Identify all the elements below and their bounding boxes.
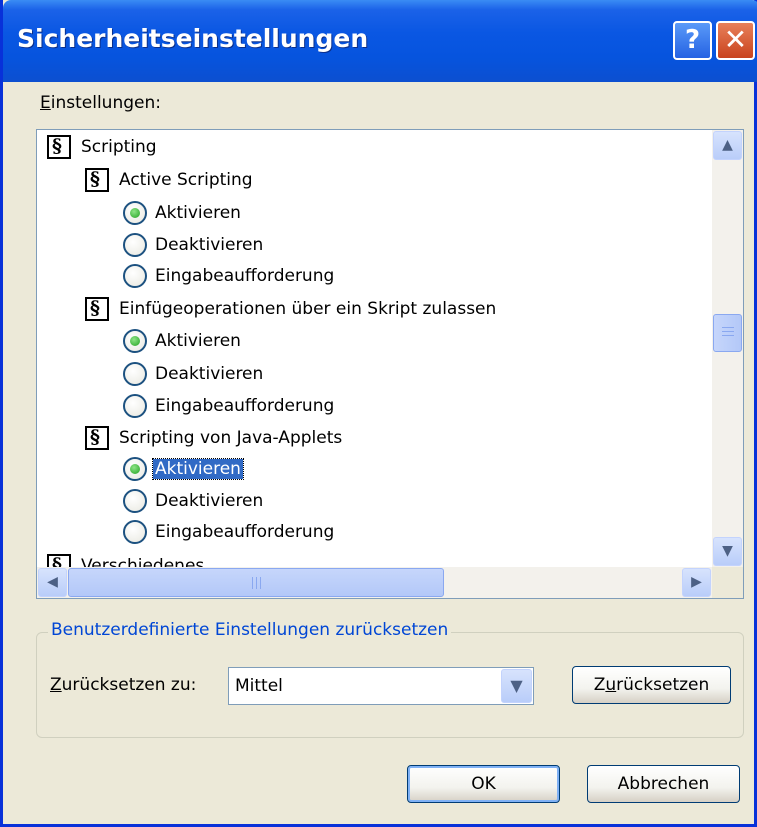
cancel-button[interactable]: Abbrechen bbox=[587, 765, 740, 803]
reset-button-pre: Z bbox=[593, 675, 606, 695]
settings-tree-viewport: Scripting Active Scripting Aktivieren De… bbox=[37, 130, 713, 567]
scroll-down-button[interactable]: ▼ bbox=[713, 537, 742, 566]
script-settings-icon bbox=[47, 135, 71, 159]
option-active-scripting-aktivieren[interactable]: Aktivieren bbox=[123, 198, 243, 228]
reset-to-label-rest: urücksetzen zu: bbox=[61, 675, 197, 695]
option-paste-via-script-deaktivieren[interactable]: Deaktivieren bbox=[123, 359, 265, 389]
reset-level-select[interactable]: Mittel ▼ bbox=[228, 667, 534, 705]
option-label: Eingabeaufforderung bbox=[155, 396, 335, 416]
grip-icon bbox=[252, 577, 253, 589]
settings-label-accel: E bbox=[40, 93, 51, 113]
option-label: Aktivieren bbox=[155, 331, 241, 351]
option-java-applets-aktivieren[interactable]: Aktivieren bbox=[123, 454, 244, 484]
reset-to-label-accel: Z bbox=[50, 675, 62, 695]
tree-setting-paste-via-script[interactable]: Einfügeoperationen über ein Skript zulas… bbox=[85, 294, 498, 324]
option-label: Eingabeaufforderung bbox=[155, 266, 335, 286]
window-title: Sicherheitseinstellungen bbox=[17, 24, 369, 53]
option-label: Eingabeaufforderung bbox=[155, 522, 335, 542]
radio-icon[interactable] bbox=[123, 394, 147, 418]
radio-icon[interactable] bbox=[123, 362, 147, 386]
tree-setting-label: Scripting von Java-Applets bbox=[119, 428, 343, 448]
tree-category-label: Scripting bbox=[81, 137, 157, 157]
vertical-scrollbar[interactable]: ▲ ▼ bbox=[712, 130, 743, 567]
vertical-scroll-thumb[interactable] bbox=[713, 314, 742, 352]
settings-label: Einstellungen: bbox=[40, 93, 161, 113]
radio-icon[interactable] bbox=[123, 489, 147, 513]
ok-button[interactable]: OK bbox=[407, 765, 560, 803]
scroll-up-button[interactable]: ▲ bbox=[713, 131, 742, 160]
radio-icon[interactable] bbox=[123, 233, 147, 257]
reset-button-accel: u bbox=[605, 675, 617, 695]
option-active-scripting-deaktivieren[interactable]: Deaktivieren bbox=[123, 230, 265, 260]
tree-setting-java-applets[interactable]: Scripting von Java-Applets bbox=[85, 423, 344, 453]
option-paste-via-script-aktivieren[interactable]: Aktivieren bbox=[123, 326, 243, 356]
tree-category-scripting[interactable]: Scripting bbox=[47, 132, 159, 162]
scroll-left-button[interactable]: ◀ bbox=[38, 568, 67, 597]
settings-label-rest: instellungen: bbox=[50, 93, 161, 113]
option-paste-via-script-eingabeaufforderung[interactable]: Eingabeaufforderung bbox=[123, 391, 336, 421]
tree-setting-label: Active Scripting bbox=[119, 170, 253, 190]
tree-setting-label: Einfügeoperationen über ein Skript zulas… bbox=[119, 299, 497, 319]
option-label: Deaktivieren bbox=[155, 364, 264, 384]
scrollbar-corner bbox=[712, 567, 743, 598]
reset-level-value: Mittel bbox=[235, 676, 283, 696]
tree-category-label: Verschiedenes bbox=[81, 556, 205, 567]
grip-icon bbox=[722, 327, 734, 328]
reset-button-rest: rücksetzen bbox=[616, 675, 710, 695]
dialog-window: Sicherheitseinstellungen ? ✕ Einstellung… bbox=[0, 0, 757, 827]
option-label: Aktivieren bbox=[155, 203, 241, 223]
script-settings-icon bbox=[47, 554, 71, 567]
option-label: Aktivieren bbox=[152, 458, 244, 480]
radio-selected-icon[interactable] bbox=[123, 457, 147, 481]
title-bar[interactable]: Sicherheitseinstellungen ? ✕ bbox=[3, 0, 757, 82]
scroll-right-button[interactable]: ▶ bbox=[682, 568, 711, 597]
script-settings-icon bbox=[85, 168, 109, 192]
settings-tree[interactable]: Scripting Active Scripting Aktivieren De… bbox=[36, 129, 744, 599]
option-active-scripting-eingabeaufforderung[interactable]: Eingabeaufforderung bbox=[123, 261, 336, 291]
radio-selected-icon[interactable] bbox=[123, 329, 147, 353]
option-label: Deaktivieren bbox=[155, 235, 264, 255]
reset-group-title: Benutzerdefinierte Einstellungen zurücks… bbox=[48, 620, 452, 640]
option-java-applets-deaktivieren[interactable]: Deaktivieren bbox=[123, 486, 265, 516]
horizontal-scrollbar[interactable]: ◀ ▶ bbox=[37, 567, 713, 598]
reset-button[interactable]: Zurücksetzen bbox=[572, 666, 731, 704]
radio-selected-icon[interactable] bbox=[123, 201, 147, 225]
option-label: Deaktivieren bbox=[155, 491, 264, 511]
radio-icon[interactable] bbox=[123, 520, 147, 544]
reset-to-label: Zurücksetzen zu: bbox=[50, 675, 196, 695]
tree-category-verschiedenes[interactable]: Verschiedenes bbox=[47, 551, 206, 567]
close-button[interactable]: ✕ bbox=[716, 21, 755, 60]
script-settings-icon bbox=[85, 426, 109, 450]
chevron-down-icon[interactable]: ▼ bbox=[501, 669, 532, 703]
help-button[interactable]: ? bbox=[673, 21, 712, 60]
radio-icon[interactable] bbox=[123, 264, 147, 288]
horizontal-scroll-thumb[interactable] bbox=[68, 568, 444, 597]
option-java-applets-eingabeaufforderung[interactable]: Eingabeaufforderung bbox=[123, 517, 336, 547]
tree-setting-active-scripting[interactable]: Active Scripting bbox=[85, 165, 255, 195]
script-settings-icon bbox=[85, 297, 109, 321]
